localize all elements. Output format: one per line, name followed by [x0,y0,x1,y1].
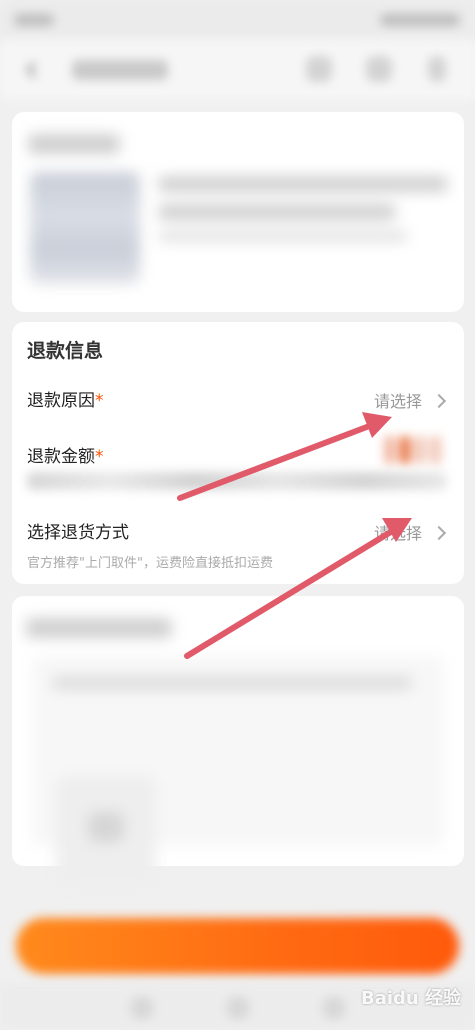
chevron-right-icon [431,393,447,409]
refund-reason-label-text: 退款原因 [27,391,95,411]
status-time [14,14,54,26]
product-name-line [158,176,448,192]
nav-back-icon[interactable] [130,996,154,1020]
chevron-left-icon[interactable] [22,60,42,80]
return-method-hint: 官方推荐"上门取件"，运费险直接抵扣运费 [27,556,273,571]
status-icons [380,14,460,26]
return-method-label: 选择退货方式 [27,523,129,543]
product-card-heading [28,134,120,154]
required-mark: * [95,447,104,467]
description-input[interactable] [32,656,444,886]
chevron-right-icon [431,525,447,541]
submit-button-label [16,918,459,974]
upload-image-button[interactable] [56,776,156,886]
service-icon[interactable] [306,56,332,82]
description-placeholder [52,676,412,690]
product-name-line [158,204,396,220]
refund-amount-label: 退款金额* [27,442,104,467]
product-spec-line [158,230,408,242]
more-icon[interactable] [428,56,446,82]
product-thumbnail [30,172,140,284]
refund-reason-value: 请选择 [373,392,422,411]
page-title [72,60,168,80]
refund-reason-row[interactable]: 退款原因* 请选择 [12,376,464,420]
required-mark: * [95,391,104,411]
return-method-value: 请选择 [373,524,422,543]
refund-amount-note [27,472,447,490]
refund-amount-value [384,436,444,466]
refund-info-card: 退款信息 退款原因* 请选择 退款金额* 选择退货方式 请选择 官方推荐"上门取… [12,322,464,584]
top-nav [0,40,475,100]
message-icon[interactable] [366,56,392,82]
refund-description-card [12,596,464,886]
camera-icon [88,812,124,842]
refund-amount-label-text: 退款金额 [27,447,95,467]
status-bar [0,0,475,40]
submit-button[interactable] [16,918,459,974]
product-card [12,112,464,312]
nav-home-icon[interactable] [226,996,250,1020]
watermark-logo: Baidu 经验 [360,988,461,1009]
nav-recent-icon[interactable] [322,996,346,1020]
section-title: 退款信息 [27,340,104,362]
description-heading [26,618,172,638]
refund-reason-label: 退款原因* [27,386,104,411]
return-method-row[interactable]: 选择退货方式 请选择 [12,508,464,552]
